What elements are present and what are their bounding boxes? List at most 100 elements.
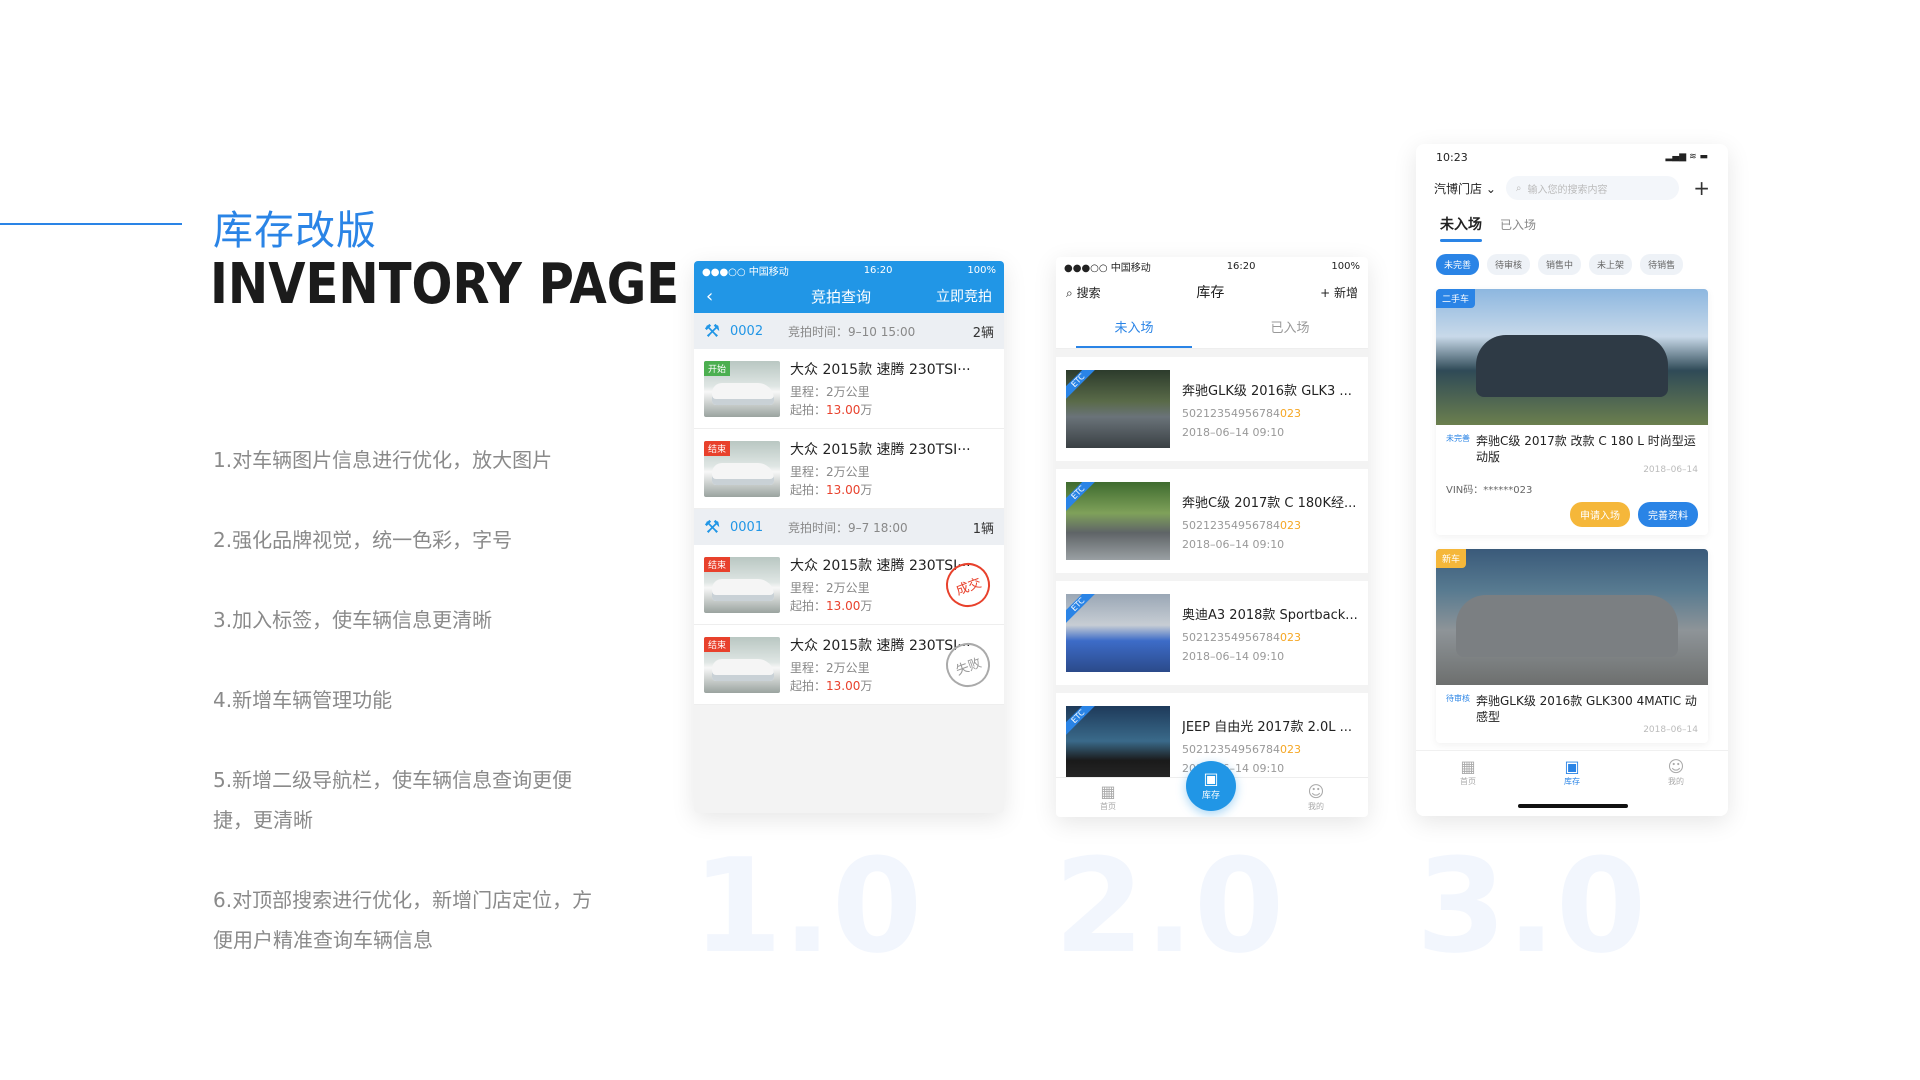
user-icon: ☺ bbox=[1667, 757, 1685, 776]
tab-bar: 未入场 已入场 bbox=[1056, 309, 1368, 349]
price-value: 13.00 bbox=[826, 598, 861, 613]
corner-ribbon: ETC bbox=[1066, 594, 1103, 629]
vehicle-card[interactable]: 新车 待审核 奔驰GLK级 2016款 GLK300 4MATIC 动感型 20… bbox=[1436, 549, 1708, 743]
chip-incomplete[interactable]: 未完善 bbox=[1436, 254, 1480, 275]
search-input[interactable]: ⌕ 输入您的搜索内容 bbox=[1505, 176, 1680, 200]
plus-icon: + bbox=[1320, 285, 1331, 300]
phone-v1: ●●●○○ 中国移动 16:20 100% ‹ 竞拍查询 立即竞拍 ⚒ 0002 竞… bbox=[694, 261, 1004, 813]
status-time: 16:20 bbox=[863, 264, 893, 276]
phone-v2: ●●●○○ 中国移动 16:20 100% ⌕ 搜索 库存 + 新增 未入场 已… bbox=[1056, 257, 1368, 817]
car-thumbnail: ETC bbox=[1066, 594, 1170, 672]
auction-item[interactable]: 结束 大众 2015款 速腾 230TSI··· 里程：2万公里 起拍：13.00万失… bbox=[694, 625, 1004, 705]
vehicle-name: 奔驰GLK级 2016款 GLK300 4MATIC 动感型 bbox=[1476, 694, 1697, 724]
tab-mine[interactable]: ☺ 我的 bbox=[1264, 778, 1368, 817]
price-label: 起拍： bbox=[790, 402, 827, 417]
chip-not-listed[interactable]: 未上架 bbox=[1589, 254, 1633, 275]
tab-mine-label: 我的 bbox=[1308, 802, 1324, 811]
vin-prefix: 50212354956784 bbox=[1182, 518, 1280, 532]
feature-item: 3.加入标签，使车辆信息更清晰 bbox=[213, 608, 493, 632]
add-button[interactable]: + bbox=[1693, 176, 1710, 200]
vin-prefix: 50212354956784 bbox=[1182, 630, 1280, 644]
auction-status-tag: 结束 bbox=[704, 556, 731, 572]
battery-text: 100% bbox=[1331, 260, 1360, 272]
vehicle-vin: 50212354956784023 bbox=[1182, 407, 1358, 420]
auction-status-tag: 结束 bbox=[704, 636, 731, 652]
car-price-row: 起拍：13.00万 bbox=[790, 401, 994, 419]
complete-info-button[interactable]: 完善资料 bbox=[1638, 502, 1698, 527]
status-bar: 10:23 ▂▄▆ ≋ ▬ bbox=[1416, 144, 1728, 170]
tab-home-label: 首页 bbox=[1100, 802, 1116, 811]
status-bar: ●●●○○ 中国移动 16:20 100% bbox=[694, 261, 1004, 279]
tab-mine[interactable]: ☺ 我的 bbox=[1624, 751, 1728, 816]
status-bar: ●●●○○ 中国移动 16:20 100% bbox=[1056, 257, 1368, 275]
car-thumbnail: ETC bbox=[1066, 482, 1170, 560]
car-title: 大众 2015款 速腾 230TSI··· bbox=[790, 441, 971, 458]
tab-home[interactable]: ▦ 首页 bbox=[1056, 778, 1160, 817]
add-label: 新增 bbox=[1333, 285, 1358, 300]
store-selector[interactable]: 汽博门店 ⌄ bbox=[1434, 180, 1496, 197]
group-time: 竞拍时间：9–7 18:00 bbox=[788, 520, 908, 535]
car-icon: ▣ bbox=[1203, 769, 1219, 788]
version-number-1: 1.0 bbox=[692, 830, 923, 982]
vehicle-card[interactable]: ETC 奔驰C级 2017款 C 180K经... 5021235495678402… bbox=[1056, 469, 1368, 573]
price-label: 起拍： bbox=[790, 598, 827, 613]
auction-item[interactable]: 结束 大众 2015款 速腾 230TSI··· 里程：2万公里 起拍：13.00万 bbox=[694, 429, 1004, 509]
version-number-2: 2.0 bbox=[1054, 830, 1285, 982]
nav-bar: ⌕ 搜索 库存 + 新增 bbox=[1056, 275, 1368, 309]
vehicle-card[interactable]: 二手车 未完善 奔驰C级 2017款 改款 C 180 L 时尚型运动版 201… bbox=[1436, 289, 1708, 535]
search-button[interactable]: ⌕ 搜索 bbox=[1066, 284, 1101, 301]
car-thumbnail: 开始 bbox=[704, 360, 780, 417]
tab-not-entered[interactable]: 未入场 bbox=[1440, 214, 1482, 242]
tab-entered[interactable]: 已入场 bbox=[1500, 216, 1536, 233]
vehicle-card[interactable]: ETC 奔驰GLK级 2016款 GLK3 ... 5021235495678402… bbox=[1056, 357, 1368, 461]
add-button[interactable]: + 新增 bbox=[1320, 284, 1358, 301]
car-title: JEEP 自由光 2017款 2.0L ... bbox=[1182, 719, 1353, 735]
car-title: 奔驰C级 2017款 C 180K经... bbox=[1182, 495, 1357, 511]
inventory-fab-button[interactable]: ▣ 库存 bbox=[1186, 761, 1236, 811]
bid-now-button[interactable]: 立即竞拍 bbox=[936, 286, 992, 306]
tab-mine-label: 我的 bbox=[1668, 777, 1684, 786]
vehicle-card[interactable]: ETC 奥迪A3 2018款 Sportback... 50212354956784… bbox=[1056, 581, 1368, 685]
vin-prefix: 50212354956784 bbox=[1182, 406, 1280, 420]
search-row: 汽博门店 ⌄ ⌕ 输入您的搜索内容 + bbox=[1416, 170, 1728, 206]
grid-icon: ▦ bbox=[1460, 757, 1476, 776]
gavel-icon: ⚒ bbox=[704, 516, 721, 538]
chip-to-sell[interactable]: 待销售 bbox=[1640, 254, 1684, 275]
chip-on-sale[interactable]: 销售中 bbox=[1538, 254, 1582, 275]
page-title-en: INVENTORY PAGE bbox=[210, 252, 680, 317]
car-title: 大众 2015款 速腾 230TSI··· bbox=[790, 361, 971, 378]
phone-v3: 10:23 ▂▄▆ ≋ ▬ 汽博门店 ⌄ ⌕ 输入您的搜索内容 + 未入场 已入场… bbox=[1416, 144, 1728, 816]
fab-label: 库存 bbox=[1201, 791, 1220, 801]
car-thumbnail: ETC bbox=[1066, 370, 1170, 448]
tab-home[interactable]: ▦ 首页 bbox=[1416, 751, 1520, 816]
price-label: 起拍： bbox=[790, 678, 827, 693]
group-time: 竞拍时间：9–10 15:00 bbox=[788, 324, 916, 339]
apply-entry-button[interactable]: 申请入场 bbox=[1570, 502, 1630, 527]
chevron-down-icon: ⌄ bbox=[1485, 181, 1496, 196]
page-title-cn: 库存改版 bbox=[213, 208, 377, 254]
feature-item: 4.新增车辆管理功能 bbox=[213, 688, 393, 712]
car-thumbnail: 结束 bbox=[704, 636, 780, 693]
group-code: 0002 bbox=[730, 323, 764, 339]
vehicle-vin: 50212354956784023 bbox=[1182, 743, 1358, 756]
grid-icon: ▦ bbox=[1100, 782, 1116, 801]
corner-ribbon: ETC bbox=[1066, 482, 1103, 517]
battery-text: 100% bbox=[967, 264, 996, 276]
tab-not-entered[interactable]: 未入场 bbox=[1056, 309, 1212, 348]
tab-entered[interactable]: 已入场 bbox=[1212, 309, 1368, 348]
price-unit: 万 bbox=[860, 678, 873, 693]
gavel-icon: ⚒ bbox=[704, 320, 721, 342]
feature-item: 2.强化品牌视觉，统一色彩，字号 bbox=[213, 528, 513, 552]
status-time: 16:20 bbox=[1226, 260, 1256, 272]
chevron-left-icon[interactable]: ‹ bbox=[706, 286, 746, 307]
carrier-text: ●●●○○ 中国移动 bbox=[1064, 262, 1151, 274]
vehicle-type-badge: 二手车 bbox=[1436, 289, 1476, 308]
vehicle-type-badge: 新车 bbox=[1436, 549, 1467, 568]
home-indicator bbox=[1518, 804, 1628, 808]
car-image bbox=[1476, 335, 1668, 397]
auction-item[interactable]: 开始 大众 2015款 速腾 230TSI··· 里程：2万公里 起拍：13.00万 bbox=[694, 349, 1004, 429]
chip-pending-review[interactable]: 待审核 bbox=[1487, 254, 1531, 275]
inventory-icon: ▣ bbox=[1564, 757, 1580, 776]
auction-item[interactable]: 结束 大众 2015款 速腾 230TSI··· 里程：2万公里 起拍：13.00万成… bbox=[694, 545, 1004, 625]
car-image bbox=[1456, 595, 1678, 657]
